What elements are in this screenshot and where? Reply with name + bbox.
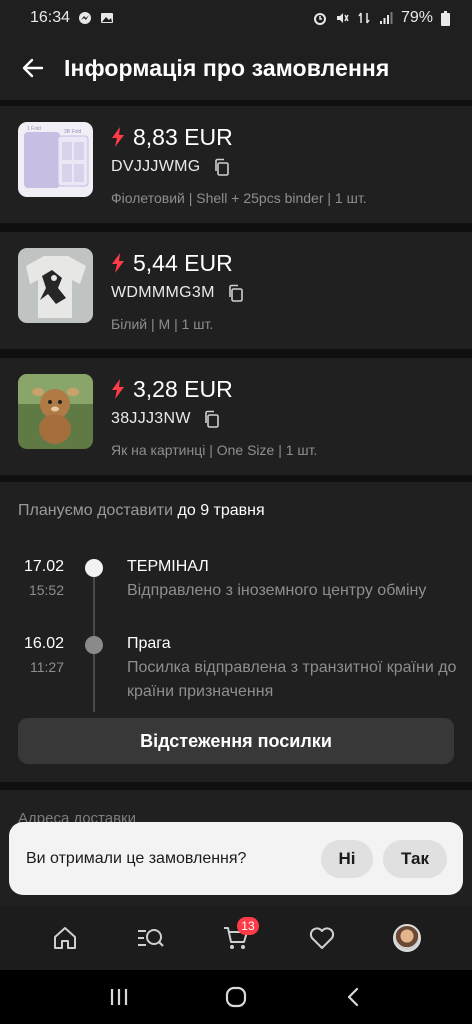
recent-apps-icon xyxy=(110,989,127,1005)
app-header: Інформація про замовлення xyxy=(0,36,472,100)
order-item[interactable]: 3,28 EUR 38JJJ3NW Як на картинці | One S… xyxy=(0,358,472,475)
nav-wishlist[interactable] xyxy=(297,913,347,963)
event-time: 11:27 xyxy=(30,659,64,675)
delivery-tracking-section: Плануємо доставити до 9 травня 17.02 15:… xyxy=(0,482,472,782)
cart-count-badge: 13 xyxy=(236,917,259,935)
back-system-button[interactable] xyxy=(333,977,373,1017)
item-price: 5,44 EUR xyxy=(133,249,233,276)
item-price: 8,83 EUR xyxy=(133,123,233,150)
system-navigation xyxy=(0,970,472,1024)
track-parcel-button[interactable]: Відстеження посилки xyxy=(18,718,454,764)
back-button[interactable] xyxy=(20,55,46,81)
item-variant: Білий | M | 1 шт. xyxy=(111,316,214,332)
gallery-icon xyxy=(101,13,114,23)
bolt-icon xyxy=(112,127,124,147)
item-code: DVJJJWMG xyxy=(111,158,201,175)
thumb-label: 1 Fold xyxy=(27,126,41,132)
timeline-dot xyxy=(85,636,103,654)
signal-icon xyxy=(379,12,393,24)
alarm-icon xyxy=(313,13,326,25)
copy-icon[interactable] xyxy=(213,158,231,176)
no-button[interactable]: Ні xyxy=(321,839,373,878)
home-icon xyxy=(53,927,76,949)
item-variant: Фіолетовий | Shell + 25pcs binder | 1 шт… xyxy=(111,190,367,206)
timeline-dot-active xyxy=(85,559,103,577)
nav-search[interactable] xyxy=(125,913,175,963)
copy-icon[interactable] xyxy=(203,410,221,428)
planned-delivery-date: до 9 травня xyxy=(177,502,265,519)
thumb-label: 3B Fold xyxy=(64,129,81,135)
product-thumbnail xyxy=(18,248,93,323)
event-title: ТЕРМІНАЛ xyxy=(127,558,209,575)
bolt-icon xyxy=(112,253,124,273)
event-title: Прага xyxy=(127,635,171,652)
prompt-question: Ви отримали це замовлення? xyxy=(26,849,247,867)
nav-home[interactable] xyxy=(40,913,90,963)
order-received-prompt: Ви отримали це замовлення? Ні Так xyxy=(9,822,463,895)
recent-apps-button[interactable] xyxy=(99,977,139,1017)
heart-icon xyxy=(309,927,334,949)
item-code: WDMMMG3M xyxy=(111,284,215,301)
yes-button[interactable]: Так xyxy=(383,839,447,878)
event-description: Посилка відправлена з транзитної країни … xyxy=(127,659,457,700)
mute-icon xyxy=(336,13,349,23)
nav-profile[interactable] xyxy=(382,913,432,963)
item-price: 3,28 EUR xyxy=(133,375,233,402)
order-item[interactable]: 1 Fold 3B Fold 8,83 EUR DVJJJWMG Фіолето… xyxy=(0,106,472,223)
search-list-icon xyxy=(138,929,165,947)
product-thumbnail xyxy=(18,374,93,449)
nav-cart[interactable]: 13 xyxy=(211,913,261,963)
planned-delivery-prefix: Плануємо доставити xyxy=(18,502,174,519)
chevron-left-icon xyxy=(348,987,359,1007)
event-date: 16.02 xyxy=(23,635,64,652)
order-item[interactable]: 5,44 EUR WDMMMG3M Білий | M | 1 шт. xyxy=(0,232,472,349)
event-time: 15:52 xyxy=(28,582,64,598)
product-thumbnail: 1 Fold 3B Fold xyxy=(18,122,93,197)
status-time: 16:34 xyxy=(30,9,71,26)
home-circle-icon xyxy=(225,986,247,1008)
page-title: Інформація про замовлення xyxy=(64,54,390,81)
bottom-navigation: 13 xyxy=(0,906,472,970)
messenger-icon xyxy=(79,12,92,24)
battery-level: 79% xyxy=(400,9,433,26)
bolt-icon xyxy=(112,379,124,399)
home-system-button[interactable] xyxy=(216,977,256,1017)
event-description: Відправлено з іноземного центру обміну xyxy=(127,582,427,599)
arrow-left-icon xyxy=(22,58,44,78)
profile-avatar xyxy=(393,924,422,952)
item-variant: Як на картинці | One Size | 1 шт. xyxy=(111,442,318,458)
data-icon xyxy=(358,12,370,24)
battery-icon xyxy=(441,10,450,26)
planned-delivery: Плануємо доставити до 9 травня xyxy=(18,502,265,520)
copy-icon[interactable] xyxy=(227,284,245,302)
item-code: 38JJJ3NW xyxy=(111,410,191,427)
status-bar: 16:34 79% xyxy=(0,0,472,36)
event-date: 17.02 xyxy=(23,558,64,575)
